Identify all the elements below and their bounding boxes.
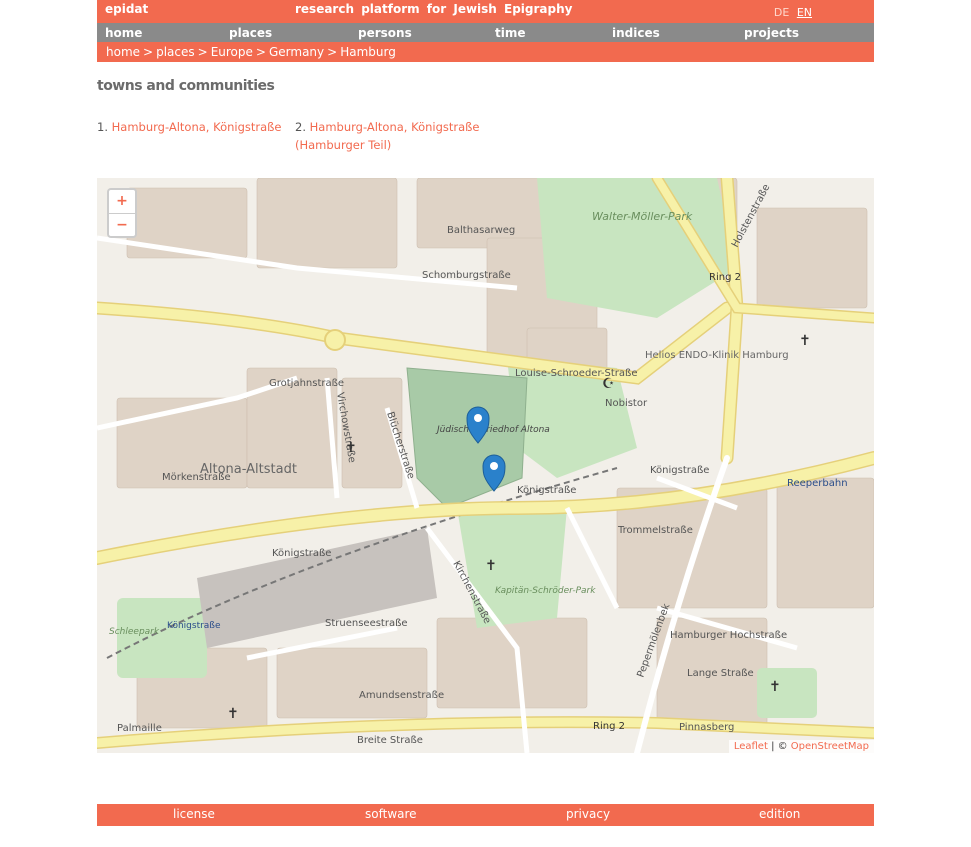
breadcrumb-germany[interactable]: Germany	[269, 45, 324, 59]
map-label-trommel: Trommelstraße	[617, 525, 693, 536]
church-icon: ✝	[769, 679, 781, 695]
map-label-reeperbahn: Reeperbahn	[787, 478, 848, 489]
breadcrumb-places[interactable]: places	[156, 45, 195, 59]
map-label-lange: Lange Straße	[687, 668, 754, 679]
map-attribution: Leaflet | © OpenStreetMap	[728, 740, 874, 753]
map-label-amundsen: Amundsenstraße	[359, 690, 444, 701]
zoom-control: + −	[107, 188, 137, 238]
map-label-nobistor: Nobistor	[605, 398, 648, 409]
footer-privacy[interactable]: privacy	[566, 807, 610, 821]
map-label-palmaille: Palmaille	[117, 723, 162, 734]
map-label-balthasar: Balthasarweg	[447, 225, 515, 236]
main-nav: home places persons time indices project…	[97, 23, 874, 42]
zoom-in-button[interactable]: +	[109, 190, 135, 214]
map-label-schomburg: Schomburgstraße	[422, 270, 511, 281]
map-label-cemetery: Jüdischer Friedhof Altona	[435, 425, 550, 435]
breadcrumb-hamburg[interactable]: Hamburg	[340, 45, 396, 59]
map-label-ring2-bottom: Ring 2	[593, 721, 625, 732]
nav-persons[interactable]: persons	[358, 26, 412, 40]
result-number: 1.	[97, 120, 108, 134]
top-bar: epidat research platform for Jewish Epig…	[97, 0, 874, 23]
map-tiles: Altona-Altstadt Walter-Möller-Park Jüdis…	[97, 178, 874, 753]
breadcrumb: home > places > Europe > Germany > Hamburg	[97, 42, 874, 62]
lang-en-link[interactable]: EN	[797, 6, 812, 19]
site-tagline: research platform for Jewish Epigraphy	[295, 2, 573, 16]
result-item: 2. Hamburg-Altona, Königstraße (Hamburge…	[295, 118, 480, 154]
map-label-koenigstr-1: Königstraße	[272, 548, 331, 559]
map-label-koenigstr-2: Königstraße	[517, 485, 576, 496]
map-label-pinnasberg: Pinnasberg	[679, 722, 734, 733]
nav-time[interactable]: time	[495, 26, 526, 40]
language-switcher: DE EN	[770, 6, 812, 19]
breadcrumb-home[interactable]: home	[106, 45, 140, 59]
osm-link[interactable]: OpenStreetMap	[791, 741, 869, 752]
map-label-helios: Helios ENDO-Klinik Hamburg	[645, 350, 789, 361]
result-number: 2.	[295, 120, 306, 134]
church-icon: ✝	[227, 706, 239, 722]
footer-software[interactable]: software	[365, 807, 417, 821]
map-label-louise: Louise-Schroeder-Straße	[515, 368, 638, 379]
result-item: 1. Hamburg-Altona, Königstraße	[97, 118, 282, 136]
nav-projects[interactable]: projects	[744, 26, 799, 40]
map-label-breite: Breite Straße	[357, 735, 423, 746]
church-icon: ✝	[799, 333, 811, 349]
brand-logo[interactable]: epidat	[105, 2, 148, 16]
attribution-separator: | ©	[767, 741, 791, 752]
map-label-station: Königstraße	[167, 621, 221, 631]
map-label-walter-moeller: Walter-Möller-Park	[592, 210, 693, 223]
breadcrumb-europe[interactable]: Europe	[211, 45, 253, 59]
nav-indices[interactable]: indices	[612, 26, 660, 40]
map-label-kapitan: Kapitän-Schröder-Park	[495, 586, 596, 596]
map-label-schleepark: Schleepark	[109, 627, 160, 637]
zoom-out-button[interactable]: −	[109, 214, 135, 237]
church-icon: ✝	[485, 558, 497, 574]
page-title: towns and communities	[97, 78, 275, 94]
nav-places[interactable]: places	[229, 26, 272, 40]
footer-edition[interactable]: edition	[759, 807, 800, 821]
map-label-struensee: Struenseestraße	[325, 618, 408, 629]
leaflet-link[interactable]: Leaflet	[734, 741, 768, 752]
mosque-icon: ☪	[602, 376, 615, 392]
map-label-ring2-top: Ring 2	[709, 272, 741, 283]
result-link[interactable]: Hamburg-Altona, Königstraße (Hamburger T…	[295, 120, 480, 152]
lang-de-link[interactable]: DE	[774, 6, 789, 19]
result-link[interactable]: Hamburg-Altona, Königstraße	[112, 120, 282, 134]
map-label-koenigstr-3: Königstraße	[650, 465, 709, 476]
map-label-grotjahn: Grotjahnstraße	[269, 378, 344, 389]
footer: license software privacy edition	[97, 804, 874, 826]
church-icon: ✝	[345, 440, 357, 456]
footer-license[interactable]: license	[173, 807, 215, 821]
map-view[interactable]: Altona-Altstadt Walter-Möller-Park Jüdis…	[97, 178, 874, 753]
nav-home[interactable]: home	[105, 26, 142, 40]
map-label-hochstrasse: Hamburger Hochstraße	[670, 630, 787, 641]
map-label-morken: Mörkenstraße	[162, 472, 231, 483]
